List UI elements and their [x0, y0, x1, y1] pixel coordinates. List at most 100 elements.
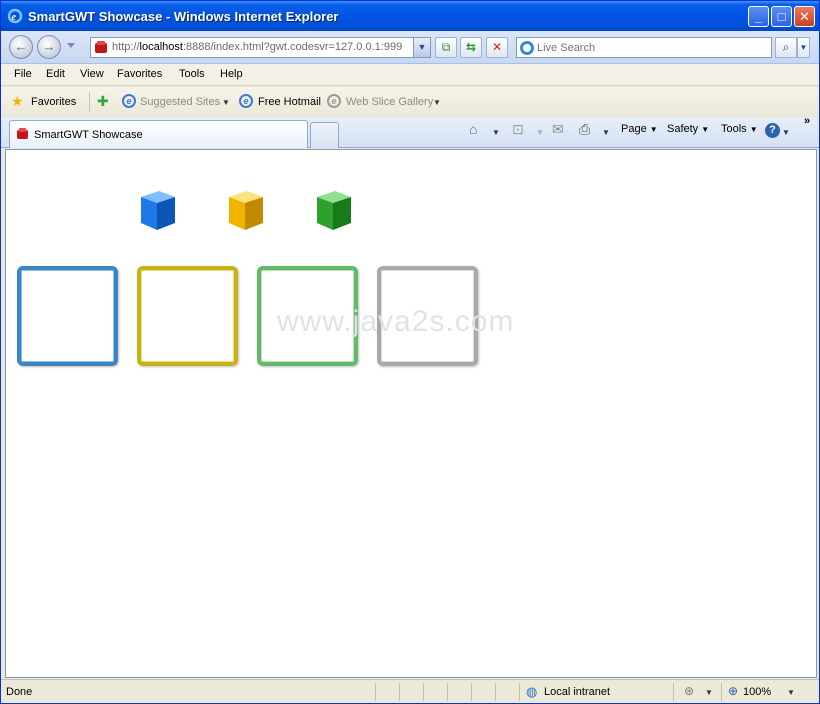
menu-file[interactable]: File: [14, 68, 32, 80]
back-arrow-icon: ←: [14, 39, 28, 54]
status-text: Done: [6, 686, 33, 698]
divider: [399, 683, 400, 701]
window-title: SmartGWT Showcase - Windows Internet Exp…: [28, 9, 339, 24]
tab-label: SmartGWT Showcase: [34, 129, 143, 141]
new-tab-button[interactable]: [310, 122, 339, 148]
close-button[interactable]: ✕: [794, 6, 815, 27]
menu-tools[interactable]: Tools: [179, 68, 205, 80]
zoom-level[interactable]: 100%: [743, 686, 771, 698]
mail-icon[interactable]: ✉: [552, 121, 564, 138]
tools-menu[interactable]: Tools ▼: [721, 123, 758, 135]
chevron-down-icon: ▼: [417, 42, 427, 52]
command-overflow-button[interactable]: »: [804, 115, 810, 127]
web-slice-gallery-link[interactable]: Web Slice Gallery: [346, 96, 433, 108]
refresh-icon: ⇆: [465, 40, 477, 54]
yellow-cube[interactable]: [223, 187, 269, 233]
forward-arrow-icon: →: [42, 39, 56, 54]
url-host: localhost: [139, 41, 183, 53]
menu-edit[interactable]: Edit: [46, 68, 65, 80]
smartgwt-favicon-icon: [95, 41, 107, 53]
chevron-down-icon: ▼: [649, 125, 658, 134]
address-bar[interactable]: http://localhost:8888/index.html?gwt.cod…: [90, 37, 431, 58]
search-box[interactable]: [516, 37, 772, 58]
blue-drop-frame[interactable]: [17, 266, 118, 366]
forward-button[interactable]: →: [37, 35, 61, 59]
divider: [89, 92, 90, 112]
divider: [721, 683, 722, 701]
web-slice-icon: e: [327, 94, 341, 108]
add-to-favorites-icon[interactable]: ✚: [97, 93, 109, 110]
smartgwt-favicon-icon: [17, 128, 28, 139]
yellow-drop-frame[interactable]: [137, 266, 238, 366]
page-menu[interactable]: Page ▼: [621, 123, 658, 135]
maximize-button[interactable]: □: [771, 6, 792, 27]
search-options-button[interactable]: ▼: [797, 37, 810, 58]
browser-window: e SmartGWT Showcase - Windows Internet E…: [0, 0, 820, 704]
free-hotmail-link[interactable]: Free Hotmail: [258, 96, 321, 108]
live-search-logo-icon: [520, 41, 534, 55]
chevron-down-icon[interactable]: ▼: [536, 128, 544, 137]
svg-text:e: e: [12, 12, 17, 23]
security-zone[interactable]: Local intranet: [544, 686, 610, 698]
tab-smartgwt-showcase[interactable]: SmartGWT Showcase: [9, 120, 308, 148]
favorites-button[interactable]: Favorites: [31, 96, 76, 108]
ie-logo-icon: e: [7, 8, 23, 24]
chevron-down-icon[interactable]: ▼: [782, 128, 790, 137]
chevron-down-icon: ▼: [701, 125, 710, 134]
compatibility-view-button[interactable]: ⧉: [435, 37, 457, 58]
minimize-button[interactable]: _: [748, 6, 769, 27]
help-icon[interactable]: ?: [765, 123, 780, 138]
history-dropdown-icon[interactable]: [67, 43, 75, 48]
chevron-down-icon[interactable]: ▼: [433, 98, 441, 107]
page-content: www.java2s.com: [5, 149, 817, 678]
chevron-down-icon[interactable]: ▼: [492, 128, 500, 137]
blue-cube[interactable]: [135, 187, 181, 233]
protected-mode-icon[interactable]: ⊛: [684, 684, 694, 698]
ie-page-icon: e: [239, 94, 253, 108]
back-button[interactable]: ←: [9, 35, 33, 59]
chevron-down-icon: ▼: [749, 125, 758, 134]
zoom-icon: ⊕: [728, 684, 739, 698]
green-cube[interactable]: [311, 187, 357, 233]
suggested-sites-link[interactable]: Suggested Sites: [140, 96, 220, 108]
globe-icon: ◍: [526, 684, 538, 699]
divider: [673, 683, 674, 701]
chevron-down-icon[interactable]: ▼: [705, 688, 713, 697]
status-bar: Done ◍ Local intranet ⊛ ▼ ⊕ 100% ▼: [1, 679, 819, 703]
address-dropdown-button[interactable]: ▼: [413, 38, 430, 57]
search-button[interactable]: ⌕: [775, 37, 797, 58]
divider: [519, 683, 520, 701]
print-icon[interactable]: ⎙: [579, 121, 590, 138]
divider: [471, 683, 472, 701]
search-icon: ⌕: [782, 40, 790, 54]
title-bar[interactable]: e SmartGWT Showcase - Windows Internet E…: [1, 1, 819, 31]
favorites-star-icon: ★: [11, 93, 24, 109]
search-input[interactable]: [537, 39, 767, 56]
divider: [495, 683, 496, 701]
safety-menu[interactable]: Safety ▼: [667, 123, 709, 135]
chevron-down-icon: ▼: [799, 43, 808, 52]
stop-button[interactable]: ✕: [486, 37, 508, 58]
menu-bar: File Edit View Favorites Tools Help: [1, 64, 819, 86]
safety-menu-label: Safety: [667, 123, 699, 135]
stop-icon: ✕: [491, 40, 503, 54]
chevron-down-icon[interactable]: ▼: [222, 98, 230, 107]
refresh-button[interactable]: ⇆: [460, 37, 482, 58]
tools-menu-label: Tools: [721, 123, 747, 135]
divider: [423, 683, 424, 701]
menu-favorites[interactable]: Favorites: [117, 68, 162, 80]
divider: [375, 683, 376, 701]
feeds-icon[interactable]: ⊡: [512, 121, 524, 138]
watermark: www.java2s.com: [277, 305, 515, 338]
chevron-down-icon[interactable]: ▼: [602, 128, 610, 137]
page-menu-label: Page: [621, 123, 647, 135]
favorites-bar: ★ Favorites ✚ e Suggested Sites ▼ e Free…: [1, 87, 819, 117]
menu-view[interactable]: View: [80, 68, 104, 80]
menu-help[interactable]: Help: [220, 68, 243, 80]
address-url[interactable]: http://localhost:8888/index.html?gwt.cod…: [112, 41, 412, 53]
ie-page-icon: e: [122, 94, 136, 108]
chevron-down-icon[interactable]: ▼: [787, 688, 795, 697]
compatibility-view-icon: ⧉: [441, 40, 451, 54]
url-rest: :8888/index.html?gwt.codesvr=127.0.0.1:9…: [182, 41, 403, 53]
home-icon[interactable]: ⌂: [469, 121, 477, 137]
